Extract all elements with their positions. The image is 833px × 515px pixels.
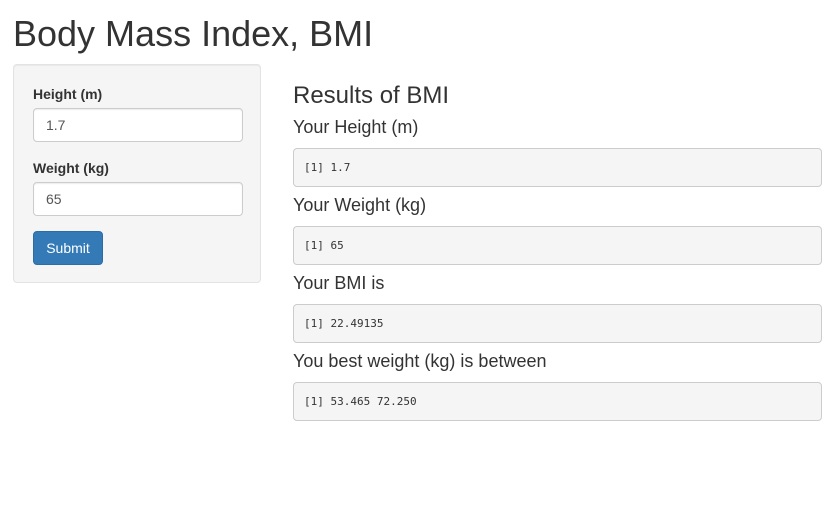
weight-label: Weight (kg): [33, 160, 109, 176]
page-title: Body Mass Index, BMI: [13, 13, 374, 54]
height-output: [1] 1.7: [293, 148, 822, 187]
input-panel: Height (m) Weight (kg) Submit: [13, 64, 261, 283]
height-label: Height (m): [33, 86, 103, 102]
best-weight-result-label: You best weight (kg) is between: [293, 351, 547, 371]
weight-input[interactable]: [33, 182, 243, 216]
bmi-result-label: Your BMI is: [293, 273, 385, 293]
weight-output: [1] 65: [293, 226, 822, 265]
bmi-output: [1] 22.49135: [293, 304, 822, 343]
height-result-label: Your Height (m): [293, 117, 419, 137]
weight-result-label: Your Weight (kg): [293, 195, 427, 215]
results-title: Results of BMI: [293, 82, 450, 109]
best-weight-output: [1] 53.465 72.250: [293, 382, 822, 421]
height-input[interactable]: [33, 108, 243, 142]
submit-button[interactable]: Submit: [33, 231, 103, 265]
